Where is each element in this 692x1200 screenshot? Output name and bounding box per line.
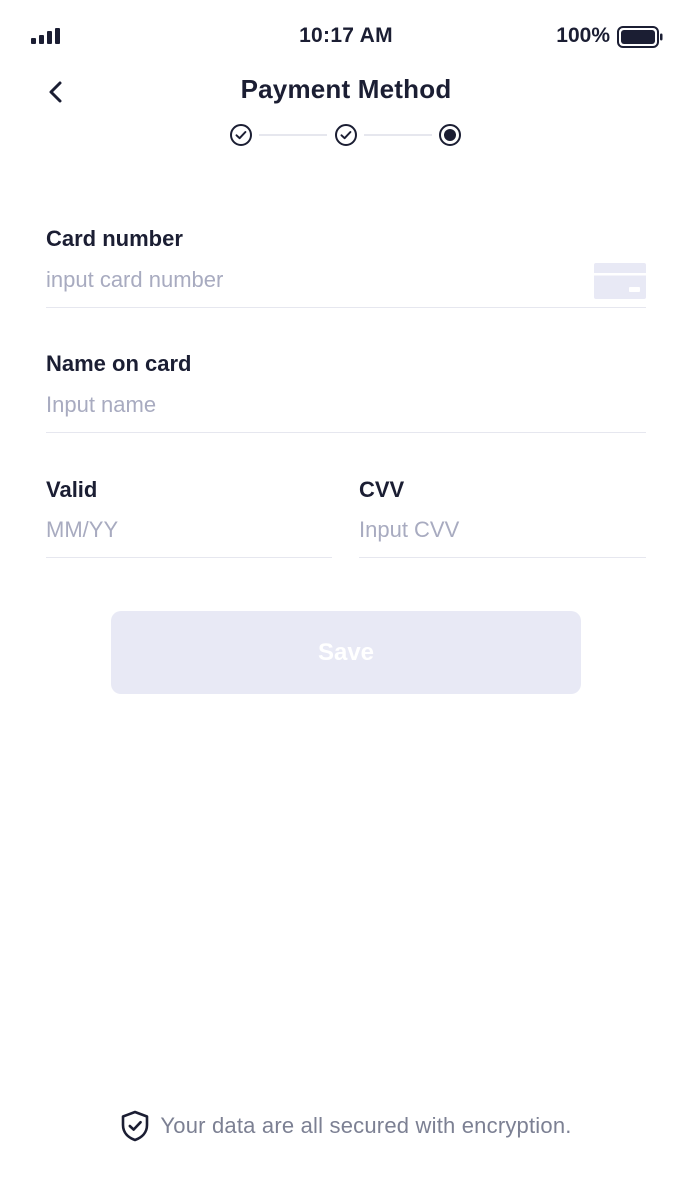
page-title: Payment Method [240,74,452,104]
cvv-label: CVV [359,477,405,502]
security-note: Your data are all secured with encryptio… [0,1108,692,1144]
valid-label: Valid [46,477,98,502]
step-1-completed-check-icon [230,124,252,146]
step-connector [364,134,432,136]
save-button[interactable]: Save [111,611,581,694]
card-number-label: Card number [46,226,183,251]
step-connector [259,134,327,136]
step-2-completed-check-icon [335,124,357,146]
progress-stepper [229,123,465,147]
valid-expiry-input[interactable] [46,514,332,558]
name-on-card-input[interactable] [46,389,646,433]
shield-check-icon [122,1110,149,1142]
step-3-current-dot-icon [439,124,461,146]
security-text: Your data are all secured with encryptio… [160,1113,572,1138]
battery-percent: 100% [556,24,610,47]
credit-card-icon [594,263,646,299]
name-on-card-label: Name on card [46,351,192,376]
battery-icon [617,26,663,48]
status-bar: 10:17 AM 100% [0,0,692,72]
card-number-input[interactable] [46,264,646,308]
cvv-input[interactable] [359,514,646,558]
